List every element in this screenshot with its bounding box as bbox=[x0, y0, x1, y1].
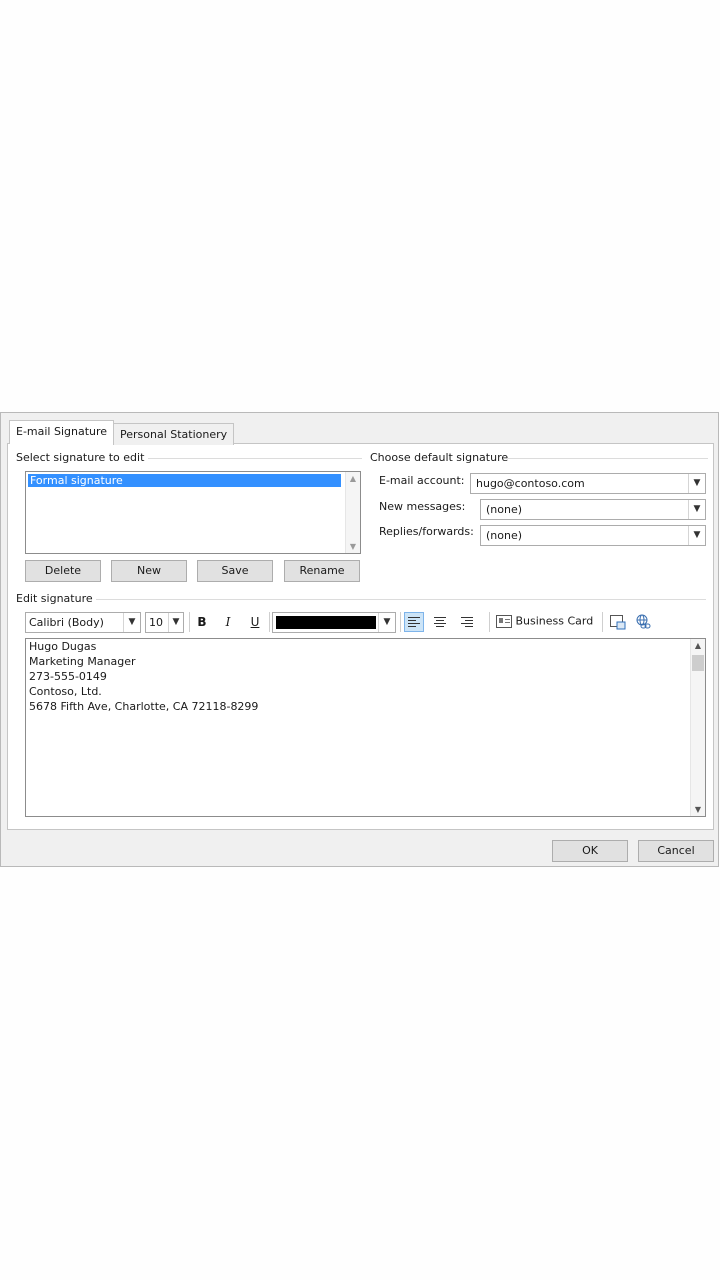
align-center-button[interactable] bbox=[430, 612, 450, 632]
font-color-select[interactable]: ▼ bbox=[272, 612, 396, 633]
tab-panel: Select signature to edit Formal signatur… bbox=[7, 443, 714, 830]
font-family-select[interactable]: Calibri (Body) ▼ bbox=[25, 612, 141, 633]
email-account-select[interactable]: hugo@contoso.com ▼ bbox=[470, 473, 706, 494]
tab-personal-stationery[interactable]: Personal Stationery bbox=[113, 423, 235, 445]
insert-picture-button[interactable] bbox=[608, 612, 628, 632]
align-center-icon bbox=[434, 617, 446, 627]
chevron-down-icon[interactable]: ▼ bbox=[688, 500, 705, 519]
signature-line: Contoso, Ltd. bbox=[29, 685, 102, 698]
editor-scrollbar[interactable]: ▲ ▼ bbox=[690, 639, 705, 816]
scroll-up-icon[interactable]: ▲ bbox=[691, 641, 705, 650]
list-scrollbar[interactable]: ▲ ▼ bbox=[345, 472, 360, 553]
scroll-thumb[interactable] bbox=[692, 655, 704, 671]
business-card-button[interactable]: Business Card bbox=[496, 614, 593, 632]
font-size-value: 10 bbox=[149, 616, 163, 629]
email-account-value: hugo@contoso.com bbox=[476, 477, 585, 490]
align-right-icon bbox=[461, 617, 473, 627]
toolbar-separator bbox=[400, 612, 401, 632]
align-right-button[interactable] bbox=[457, 612, 477, 632]
toolbar-separator bbox=[189, 612, 190, 632]
email-account-label: E-mail account: bbox=[379, 474, 465, 487]
new-messages-label: New messages: bbox=[379, 500, 466, 513]
tab-personal-stationery-label: Personal Stationery bbox=[120, 428, 228, 441]
edit-signature-title: Edit signature bbox=[16, 592, 97, 605]
chevron-down-icon[interactable]: ▼ bbox=[688, 474, 705, 493]
chevron-down-icon[interactable]: ▼ bbox=[688, 526, 705, 545]
scroll-up-icon[interactable]: ▲ bbox=[346, 474, 360, 483]
underline-button[interactable]: U bbox=[245, 612, 265, 632]
cancel-button[interactable]: Cancel bbox=[638, 840, 714, 862]
signatures-dialog: E-mail Signature Personal Stationery Sel… bbox=[0, 412, 719, 867]
business-card-icon bbox=[496, 614, 512, 628]
toolbar-separator bbox=[269, 612, 270, 632]
chevron-down-icon[interactable]: ▼ bbox=[168, 613, 183, 632]
bold-button[interactable]: B bbox=[192, 612, 212, 632]
default-signature-title: Choose default signature bbox=[370, 451, 513, 464]
scroll-down-icon[interactable]: ▼ bbox=[346, 542, 360, 551]
hyperlink-icon bbox=[636, 614, 650, 629]
signature-line: 5678 Fifth Ave, Charlotte, CA 72118-8299 bbox=[29, 700, 259, 713]
new-messages-value: (none) bbox=[486, 503, 523, 516]
replies-forwards-label: Replies/forwards: bbox=[379, 525, 474, 538]
delete-button[interactable]: Delete bbox=[25, 560, 101, 582]
font-family-value: Calibri (Body) bbox=[29, 616, 104, 629]
insert-hyperlink-button[interactable] bbox=[633, 612, 653, 632]
select-signature-title: Select signature to edit bbox=[16, 451, 149, 464]
replies-forwards-select[interactable]: (none) ▼ bbox=[480, 525, 706, 546]
signature-editor[interactable]: Hugo Dugas Marketing Manager 273-555-014… bbox=[25, 638, 706, 817]
toolbar-separator bbox=[602, 612, 603, 632]
replies-forwards-value: (none) bbox=[486, 529, 523, 542]
rename-button[interactable]: Rename bbox=[284, 560, 360, 582]
color-swatch bbox=[276, 616, 376, 629]
signature-line: 273-555-0149 bbox=[29, 670, 107, 683]
tab-email-signature-label: E-mail Signature bbox=[16, 425, 108, 438]
align-left-button[interactable] bbox=[404, 612, 424, 632]
save-button[interactable]: Save bbox=[197, 560, 273, 582]
tab-email-signature[interactable]: E-mail Signature bbox=[9, 420, 115, 444]
picture-icon bbox=[610, 615, 626, 630]
chevron-down-icon[interactable]: ▼ bbox=[378, 613, 395, 632]
font-size-select[interactable]: 10 ▼ bbox=[145, 612, 184, 633]
group-divider bbox=[148, 458, 362, 459]
scroll-down-icon[interactable]: ▼ bbox=[691, 805, 705, 814]
business-card-label: Business Card bbox=[515, 614, 594, 628]
signature-line: Hugo Dugas bbox=[29, 640, 97, 653]
signature-listbox[interactable]: Formal signature ▲ ▼ bbox=[25, 471, 361, 554]
align-left-icon bbox=[408, 617, 420, 627]
list-item-formal-signature[interactable]: Formal signature bbox=[28, 474, 341, 487]
italic-button[interactable]: I bbox=[218, 612, 238, 632]
group-divider bbox=[96, 599, 706, 600]
new-button[interactable]: New bbox=[111, 560, 187, 582]
group-divider bbox=[508, 458, 708, 459]
chevron-down-icon[interactable]: ▼ bbox=[123, 613, 140, 632]
signature-line: Marketing Manager bbox=[29, 655, 136, 668]
ok-button[interactable]: OK bbox=[552, 840, 628, 862]
toolbar-separator bbox=[489, 612, 490, 632]
new-messages-select[interactable]: (none) ▼ bbox=[480, 499, 706, 520]
